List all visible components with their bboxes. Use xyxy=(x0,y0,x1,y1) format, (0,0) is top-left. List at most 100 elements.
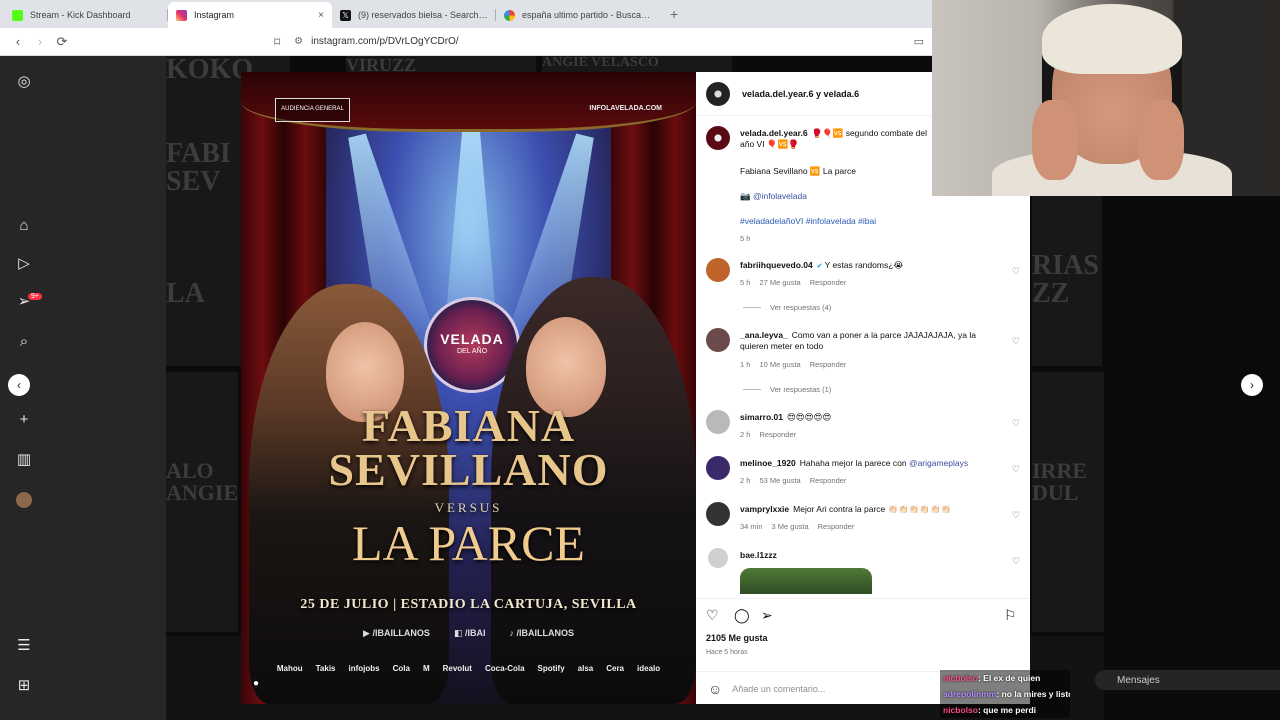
chat-message: adrepolinmm: no la mires y listo xyxy=(940,686,1070,702)
commenter-avatar[interactable] xyxy=(706,410,730,434)
comment-mention[interactable]: @arigameplays xyxy=(909,458,968,468)
instagram-logo-icon[interactable]: ◎ xyxy=(14,72,34,92)
like-comment-icon[interactable]: ♡ xyxy=(1012,510,1020,521)
comment-username[interactable]: fabriihquevedo.04 xyxy=(740,260,813,270)
caption-hashtags[interactable]: #veladadelañoVI #infolavelada #ibai xyxy=(740,216,1000,227)
tab-kick[interactable]: Stream - Kick Dashboard xyxy=(4,2,168,28)
reply-button[interactable]: Responder xyxy=(818,522,855,531)
back-icon[interactable]: ‹ xyxy=(8,34,28,49)
search-icon[interactable]: ⌕ xyxy=(14,332,34,352)
comment-likes[interactable]: 27 Me gusta xyxy=(759,278,800,287)
comment-username[interactable]: simarro.01 xyxy=(740,412,783,422)
reload-icon[interactable]: ⟳ xyxy=(52,34,72,50)
poster-website: INFOLAVELADA.COM xyxy=(589,105,662,112)
author-avatar[interactable] xyxy=(706,81,730,106)
comment-text: Mejor Ari contra la parce 👏🏻👏🏻👏🏻👏🏻👏🏻👏🏻 xyxy=(793,504,952,514)
fighter1-name-line2: SEVILLANO xyxy=(328,444,609,495)
fighter1-name-line1: FABIANA xyxy=(361,400,576,451)
commenter-avatar[interactable] xyxy=(706,258,730,282)
twitch-handle: ◧ /IBAI xyxy=(453,628,486,638)
reply-button[interactable]: Responder xyxy=(810,476,847,485)
comment-time: 34 min xyxy=(740,522,763,531)
add-comment-input[interactable]: Añade un comentario... xyxy=(732,684,825,694)
comment-username[interactable]: vamprylxxie xyxy=(740,504,789,514)
share-icon[interactable]: ➢ xyxy=(761,607,773,624)
streamer-hand-right xyxy=(1138,100,1184,180)
like-comment-icon[interactable]: ♡ xyxy=(1012,266,1020,277)
reply-button[interactable]: Responder xyxy=(759,430,796,439)
view-replies-button[interactable]: Ver respuestas (1) xyxy=(743,385,831,394)
versus-text: VERSUS xyxy=(434,500,503,515)
logo-line1: VELADA xyxy=(440,331,504,347)
like-count[interactable]: 2105 Me gusta xyxy=(706,633,768,643)
comment-text: Y estas randoms¿😭 xyxy=(824,260,904,270)
comment-username[interactable]: melinoe_1920 xyxy=(740,458,796,468)
bookmark-icon[interactable]: ⌑ xyxy=(274,35,280,49)
sponsor-logo: infojobs xyxy=(348,664,380,673)
like-comment-icon[interactable]: ♡ xyxy=(1012,336,1020,347)
sponsor-logo: Cola xyxy=(392,664,410,673)
home-icon[interactable]: ⌂ xyxy=(14,216,34,236)
tab-x-search[interactable]: 𝕏 (9) reservados bielsa - Search / X xyxy=(332,2,496,28)
save-post-icon[interactable]: ⚐ xyxy=(1004,607,1017,624)
comment-icon[interactable]: ◯ xyxy=(734,607,750,624)
comment-time: 2 h xyxy=(740,430,751,439)
post-image[interactable]: AUDIENCIA GENERAL INFOLAVELADA.COM VELAD… xyxy=(241,72,696,704)
cast-icon[interactable]: ▭ xyxy=(914,35,924,48)
post-age: Hace 5 horas xyxy=(706,649,748,656)
emoji-icon[interactable]: ☺ xyxy=(708,681,722,697)
like-comment-icon[interactable]: ♡ xyxy=(1012,418,1020,429)
sponsor-logo: Coca-Cola xyxy=(484,664,525,673)
comment-username[interactable]: bae.l1zzz xyxy=(740,550,777,560)
commenter-avatar[interactable] xyxy=(706,456,730,480)
new-tab-button[interactable]: + xyxy=(660,2,688,28)
sponsor-logo: idealo xyxy=(637,664,661,673)
webcam-overlay xyxy=(932,0,1280,196)
commenter-avatar[interactable] xyxy=(706,328,730,352)
caption-username[interactable]: velada.del.year.6 xyxy=(740,128,808,138)
dashboard-icon[interactable]: ▥ xyxy=(14,450,34,470)
next-post-icon[interactable]: › xyxy=(1241,374,1263,396)
menu-icon[interactable]: ☰ xyxy=(14,636,34,656)
like-post-icon[interactable]: ♡ xyxy=(706,607,719,624)
verified-icon: ✔ xyxy=(816,263,825,270)
previous-post-icon[interactable]: ‹ xyxy=(8,374,30,396)
comment-likes[interactable]: 3 Me gusta xyxy=(772,522,809,531)
sponsor-logo: Takis xyxy=(315,664,336,673)
audience-badge: AUDIENCIA GENERAL xyxy=(275,98,350,122)
tagged-users-icon[interactable]: ● xyxy=(253,678,265,690)
view-replies-button[interactable]: Ver respuestas (4) xyxy=(743,303,831,312)
tab-title: Instagram xyxy=(194,10,235,20)
commenter-avatar[interactable] xyxy=(708,548,728,568)
create-icon[interactable]: + xyxy=(14,410,34,430)
comment-username[interactable]: _ana.leyva_ xyxy=(740,330,788,340)
commenter-avatar[interactable] xyxy=(706,502,730,526)
forward-icon[interactable]: › xyxy=(30,34,50,49)
post-authors[interactable]: velada.del.year.6 y velada.6 xyxy=(742,89,859,99)
tab-title: (9) reservados bielsa - Search / X xyxy=(358,10,488,20)
like-comment-icon[interactable]: ♡ xyxy=(1012,556,1020,567)
comment-likes[interactable]: 10 Me gusta xyxy=(759,360,800,369)
profile-avatar-icon[interactable] xyxy=(14,490,34,510)
messages-button[interactable]: Mensajes xyxy=(1095,670,1280,690)
site-settings-icon[interactable]: ⚙ xyxy=(294,36,303,47)
tab-title: Stream - Kick Dashboard xyxy=(30,10,131,20)
comment-time: 5 h xyxy=(740,278,751,287)
sponsor-logo: alsa xyxy=(577,664,594,673)
caption-avatar[interactable] xyxy=(706,126,730,150)
comment-likes[interactable]: 53 Me gusta xyxy=(759,476,800,485)
like-comment-icon[interactable]: ♡ xyxy=(1012,464,1020,475)
streamer-hand-left xyxy=(1032,100,1078,180)
reply-button[interactable]: Responder xyxy=(810,360,847,369)
tab-google[interactable]: españa ultimo partido - Buscar con G xyxy=(496,2,660,28)
sponsor-logo: M xyxy=(422,664,430,673)
reels-icon[interactable]: ▷ xyxy=(14,254,34,274)
url-text[interactable]: instagram.com/p/DVrLOgYCDrO/ xyxy=(311,36,458,47)
reply-button[interactable]: Responder xyxy=(810,278,847,287)
close-tab-icon[interactable]: × xyxy=(318,10,324,21)
poster-socials: ▶ /IBAILLANOS ◧ /IBAI ♪ /IBAILLANOS xyxy=(241,628,696,639)
chat-message: nicbolso: que me perdi xyxy=(940,702,1070,718)
comment-media-thumbnail[interactable] xyxy=(740,568,872,594)
tab-instagram[interactable]: Instagram × xyxy=(168,2,332,28)
apps-icon[interactable]: ⊞ xyxy=(14,676,34,696)
